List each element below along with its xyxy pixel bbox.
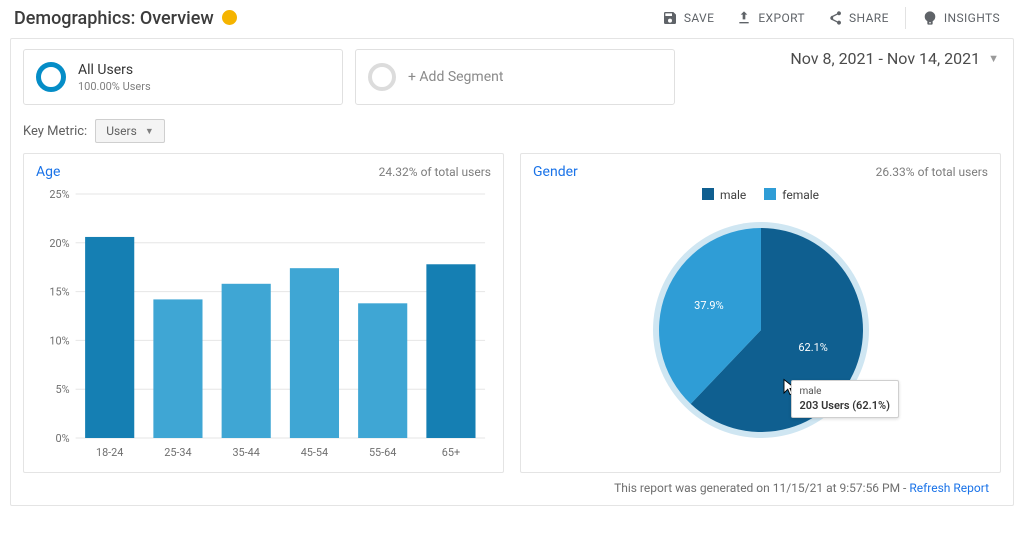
share-label: SHARE: [849, 11, 889, 25]
report-panel: All Users 100.00% Users + Add Segment No…: [10, 38, 1014, 506]
svg-text:62.1%: 62.1%: [798, 341, 828, 354]
separator: [905, 7, 906, 29]
svg-text:65+: 65+: [442, 446, 460, 459]
svg-text:0%: 0%: [56, 432, 70, 445]
save-icon: [662, 10, 678, 26]
legend-male: male: [702, 188, 746, 202]
age-card: Age 24.32% of total users 0% 5% 10% 15% 20% 2…: [23, 153, 504, 473]
tooltip-line1: male: [800, 385, 891, 399]
add-segment-label: + Add Segment: [408, 69, 503, 85]
refresh-report-link[interactable]: Refresh Report: [909, 481, 989, 495]
insights-icon: [922, 10, 938, 26]
svg-text:25%: 25%: [49, 188, 69, 201]
legend-female: female: [764, 188, 819, 202]
svg-text:25-34: 25-34: [164, 446, 191, 459]
age-title[interactable]: Age: [36, 164, 60, 180]
gender-title[interactable]: Gender: [533, 164, 578, 180]
verified-badge-icon: [222, 10, 237, 25]
svg-text:20%: 20%: [49, 237, 69, 250]
save-label: SAVE: [684, 11, 715, 25]
add-segment-ring-icon: [368, 63, 396, 91]
tooltip-line2: 203 Users (62.1%): [800, 399, 891, 414]
save-button[interactable]: SAVE: [652, 6, 725, 30]
gender-pie-chart: 62.1%37.9% male 203 Users (62.1%): [641, 208, 881, 448]
report-footer: This report was generated on 11/15/21 at…: [23, 473, 1001, 499]
gender-note: 26.33% of total users: [876, 165, 988, 179]
insights-label: INSIGHTS: [944, 11, 1000, 25]
key-metric-label: Key Metric:: [23, 124, 87, 139]
svg-text:18-24: 18-24: [96, 446, 123, 459]
svg-text:37.9%: 37.9%: [694, 299, 724, 312]
svg-text:5%: 5%: [56, 383, 70, 396]
age-bar-chart: 0% 5% 10% 15% 20% 25% 18-24 25-34 35-44 45-54 55-6…: [36, 184, 491, 464]
pie-tooltip: male 203 Users (62.1%): [791, 380, 900, 418]
page-title: Demographics: Overview: [14, 8, 214, 29]
svg-text:35-44: 35-44: [232, 446, 259, 459]
footer-text: This report was generated on 11/15/21 at…: [614, 481, 909, 495]
chevron-down-icon: ▼: [988, 52, 999, 65]
segment-all-users[interactable]: All Users 100.00% Users: [23, 49, 343, 105]
svg-text:10%: 10%: [49, 334, 69, 347]
svg-text:15%: 15%: [49, 286, 69, 299]
segment-ring-icon: [36, 62, 66, 92]
svg-text:45-54: 45-54: [301, 446, 328, 459]
segment-title: All Users: [78, 62, 151, 78]
export-icon: [736, 10, 752, 26]
key-metric-value: Users: [106, 124, 137, 138]
share-button[interactable]: SHARE: [817, 6, 899, 30]
date-range-value: Nov 8, 2021 - Nov 14, 2021: [790, 49, 980, 68]
share-icon: [827, 10, 843, 26]
key-metric-dropdown[interactable]: Users ▼: [95, 119, 165, 143]
svg-text:55-64: 55-64: [369, 446, 396, 459]
export-label: EXPORT: [758, 11, 805, 25]
date-range-picker[interactable]: Nov 8, 2021 - Nov 14, 2021 ▼: [790, 49, 1001, 68]
age-note: 24.32% of total users: [379, 165, 491, 179]
gender-card: Gender 26.33% of total users male female…: [520, 153, 1001, 473]
gender-legend: male female: [702, 188, 819, 202]
chevron-down-icon: ▼: [145, 126, 154, 137]
insights-button[interactable]: INSIGHTS: [912, 6, 1010, 30]
export-button[interactable]: EXPORT: [726, 6, 815, 30]
segment-subtitle: 100.00% Users: [78, 80, 151, 93]
add-segment-button[interactable]: + Add Segment: [355, 49, 675, 105]
